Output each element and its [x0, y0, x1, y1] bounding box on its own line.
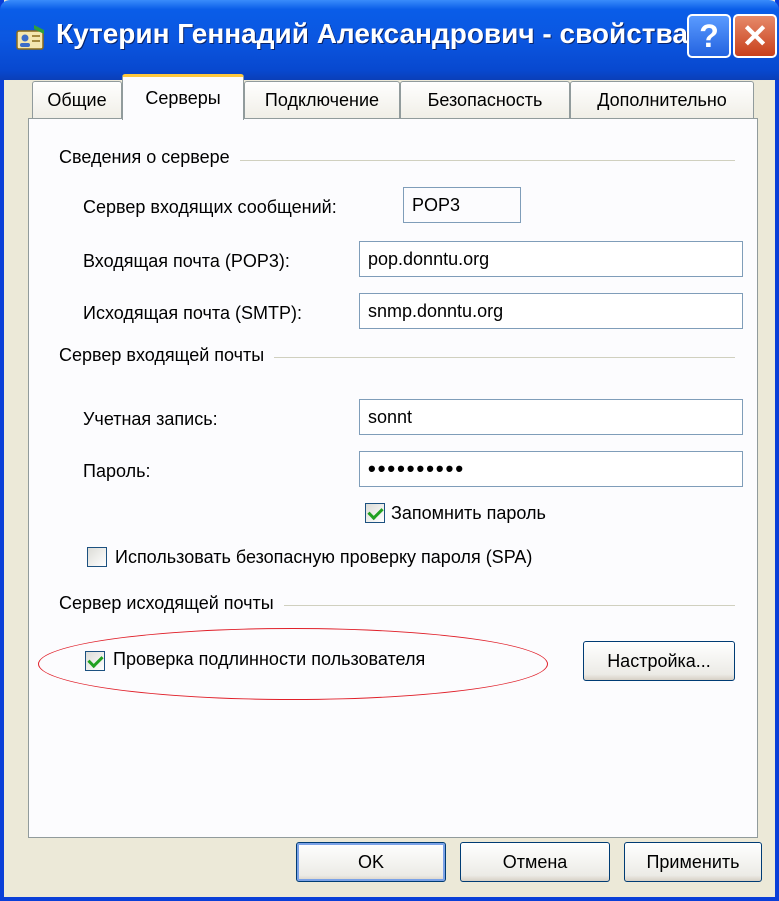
cancel-button[interactable]: Отмена	[460, 842, 610, 882]
close-button[interactable]: ✕	[733, 14, 777, 58]
tab-connection-label: Подключение	[264, 90, 380, 110]
contact-card-icon	[16, 25, 44, 50]
title-bar[interactable]: Кутерин Геннадий Александрович - свойств…	[0, 0, 779, 80]
incoming-server-type-value: POP3	[403, 187, 521, 223]
window-title: Кутерин Геннадий Александрович - свойств…	[56, 18, 688, 49]
account-input[interactable]: sonnt	[359, 399, 743, 435]
tab-servers[interactable]: Серверы	[122, 74, 244, 120]
account-label: Учетная запись:	[83, 409, 218, 429]
tab-advanced-label: Дополнительно	[597, 90, 727, 110]
tab-advanced[interactable]: Дополнительно	[570, 81, 754, 119]
incoming-mail-label: Входящая почта (POP3):	[83, 251, 290, 271]
incoming-mail-input[interactable]: pop.donntu.org	[359, 241, 743, 277]
help-button[interactable]: ?	[687, 14, 731, 58]
tab-security[interactable]: Безопасность	[400, 81, 570, 119]
tab-general[interactable]: Общие	[32, 81, 122, 119]
settings-button[interactable]: Настройка...	[583, 641, 735, 681]
outgoing-mail-label: Исходящая почта (SMTP):	[83, 303, 302, 323]
tab-servers-label: Серверы	[145, 88, 221, 108]
tab-connection[interactable]: Подключение	[244, 81, 400, 119]
server-info-group-label: Сведения о сервере	[59, 147, 240, 168]
password-input[interactable]: ••••••••••	[359, 451, 743, 487]
help-icon: ?	[699, 17, 719, 54]
tab-security-label: Безопасность	[427, 90, 543, 110]
ok-button-label: OK	[357, 851, 384, 872]
properties-dialog: Кутерин Геннадий Александрович - свойств…	[0, 0, 779, 901]
password-label: Пароль:	[83, 461, 151, 481]
cancel-button-label: Отмена	[502, 851, 568, 872]
ok-button[interactable]: OK	[296, 842, 446, 882]
close-icon: ✕	[741, 18, 769, 54]
incoming-server-type-label: Сервер входящих сообщений:	[83, 197, 337, 217]
outgoing-mail-input[interactable]: snmp.donntu.org	[359, 293, 743, 329]
apply-button-label: Применить	[646, 851, 740, 872]
spa-checkbox[interactable]	[87, 547, 107, 567]
tab-general-label: Общие	[47, 90, 107, 110]
remember-password-label[interactable]: Запомнить пароль	[391, 503, 546, 524]
settings-button-label: Настройка...	[607, 650, 711, 671]
servers-tab-panel: Сведения о сервере Сервер входящих сообщ…	[28, 118, 758, 838]
spa-label[interactable]: Использовать безопасную проверку пароля …	[115, 547, 532, 568]
incoming-server-group-label: Сервер входящей почты	[59, 345, 275, 366]
highlight-ellipse	[38, 628, 548, 700]
apply-button[interactable]: Применить	[624, 842, 762, 882]
outgoing-server-group-label: Сервер исходящей почты	[59, 593, 284, 614]
remember-password-checkbox[interactable]	[365, 503, 385, 523]
